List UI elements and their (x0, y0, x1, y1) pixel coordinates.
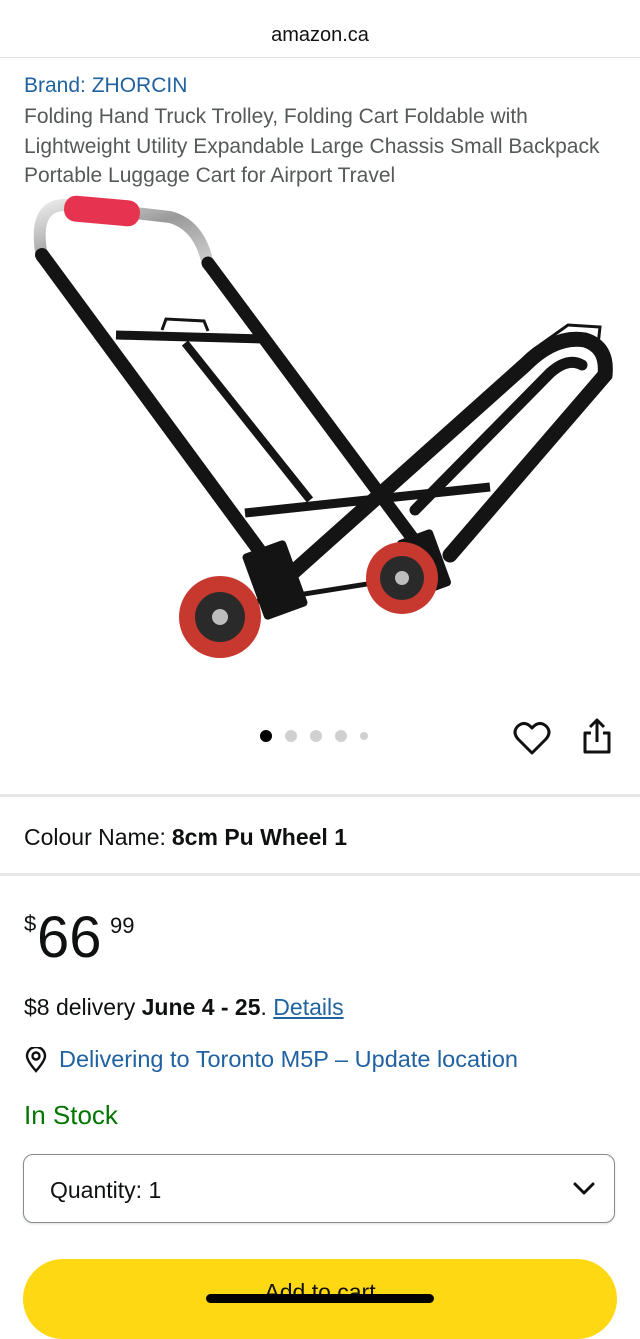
product-image[interactable] (20, 195, 620, 675)
chevron-down-icon (573, 1182, 595, 1195)
price-fraction: 99 (110, 913, 135, 938)
quantity-select[interactable]: Quantity: 1 (23, 1154, 615, 1223)
delivery-dates: June 4 - 25 (141, 994, 261, 1020)
brand-link[interactable]: Brand: ZHORCIN (24, 74, 187, 98)
carousel-dot[interactable] (260, 730, 272, 742)
delivery-cost: $8 delivery (24, 994, 142, 1020)
share-button[interactable] (580, 716, 614, 756)
delivery-info: $8 delivery June 4 - 25. Details (24, 994, 344, 1021)
location-text[interactable]: Delivering to Toronto M5P – Update locat… (59, 1046, 518, 1073)
share-icon (583, 718, 611, 754)
quantity-value: 1 (148, 1177, 162, 1203)
section-divider (0, 794, 640, 797)
url-text: amazon.ca (271, 24, 369, 46)
delivery-details-link[interactable]: Details (273, 994, 343, 1020)
home-indicator[interactable] (206, 1294, 434, 1303)
price-whole: 66 (37, 905, 102, 970)
variation-label: Colour Name: (24, 824, 166, 850)
price-symbol: $ (24, 911, 37, 936)
carousel-dot[interactable] (335, 730, 347, 742)
wishlist-button[interactable] (513, 720, 551, 756)
heart-icon (513, 721, 551, 755)
location-pin-icon (25, 1046, 47, 1073)
product-title: Folding Hand Truck Trolley, Folding Cart… (24, 105, 600, 187)
carousel-dot[interactable] (310, 730, 322, 742)
address-bar[interactable]: amazon.ca (0, 0, 640, 58)
variation-row[interactable]: Colour Name: 8cm Pu Wheel 1 (24, 824, 347, 851)
image-carousel-dots[interactable] (260, 729, 381, 743)
carousel-dot[interactable] (360, 732, 368, 740)
delivery-period: . (260, 994, 267, 1020)
stock-status: In Stock (24, 1100, 118, 1130)
delivery-location[interactable]: Delivering to Toronto M5P – Update locat… (24, 1046, 518, 1073)
quantity-label: Quantity: 1 (50, 1177, 162, 1203)
carousel-dot[interactable] (285, 730, 297, 742)
section-divider (0, 873, 640, 876)
variation-value: 8cm Pu Wheel 1 (171, 824, 348, 850)
